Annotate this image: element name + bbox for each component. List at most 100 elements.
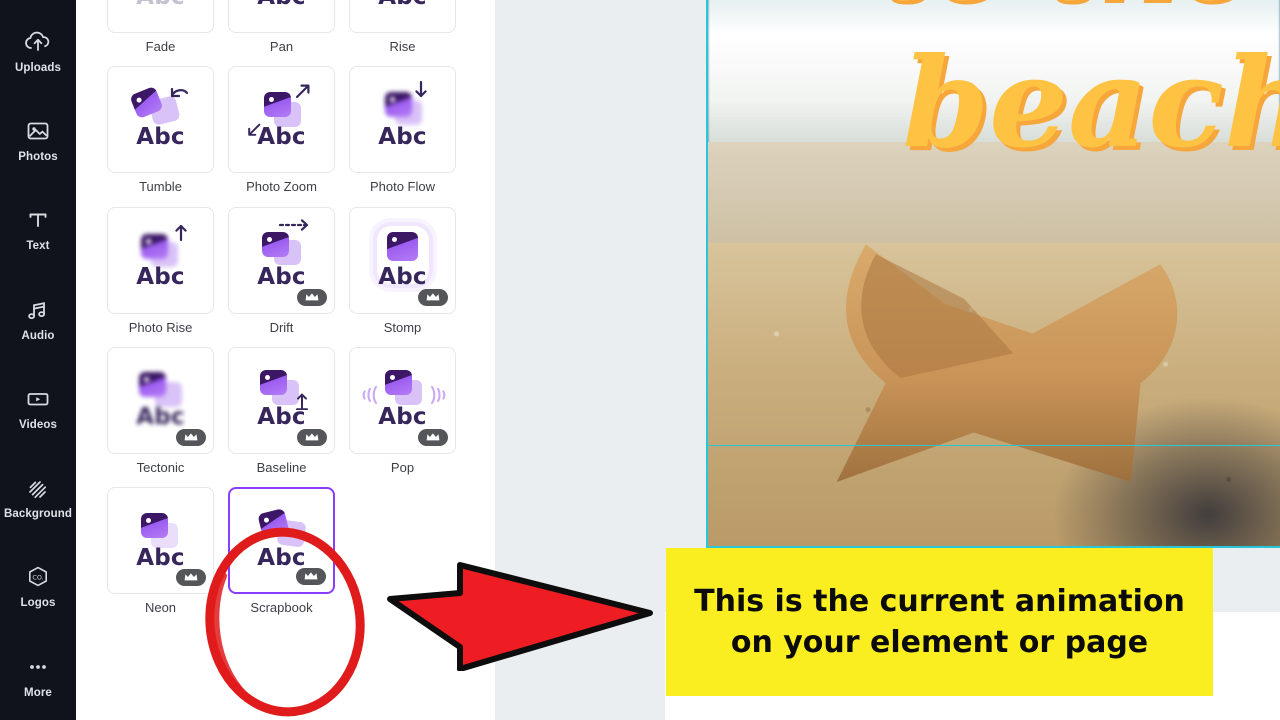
animation-cell: Abc Baseline	[228, 346, 335, 475]
pro-badge	[176, 428, 206, 446]
animation-cell: Abc Tumble	[107, 66, 214, 194]
animation-tile-photo-rise[interactable]: Abc	[107, 206, 214, 314]
sidebar-item-more[interactable]: More	[0, 631, 76, 720]
animation-cell: Abc Photo Flow	[349, 66, 456, 194]
animation-tile-tectonic[interactable]: Abc	[107, 346, 214, 454]
animation-tile-drift[interactable]: Abc	[228, 206, 335, 314]
tile-art-photoflow: Abc	[357, 74, 449, 166]
tile-sample-text: Abc	[257, 123, 306, 150]
animation-tile-baseline[interactable]: Abc	[228, 346, 335, 454]
tile-sample-text: Abc	[136, 404, 185, 431]
animation-tile-pop[interactable]: Abc	[349, 346, 456, 454]
tile-art-tumble: Abc	[115, 74, 207, 166]
animation-cell: Abc Tectonic	[107, 346, 214, 475]
sidebar-item-audio[interactable]: Audio	[0, 274, 76, 363]
pro-badge	[176, 569, 206, 587]
tile-sample-text: Abc	[257, 264, 306, 291]
sidebar-item-label: Audio	[21, 329, 55, 342]
sidebar-item-background[interactable]: Background	[0, 452, 76, 541]
animation-tile-scrapbook[interactable]: Abc	[228, 487, 335, 595]
down-arrow-icon	[413, 80, 429, 105]
photo-icon	[384, 370, 412, 396]
pro-badge	[418, 288, 448, 306]
animation-tile-photo-zoom[interactable]: Abc	[228, 66, 335, 174]
sidebar-item-label: Background	[3, 508, 73, 521]
animation-cell: Abc Scrapbook	[228, 487, 335, 615]
animation-grid: Abc Fade Abc Pan Abc R	[107, 0, 459, 615]
animation-label: Stomp	[383, 319, 422, 335]
animation-tile-tumble[interactable]: Abc	[107, 66, 214, 174]
tile-art-photozoom: Abc	[236, 74, 328, 166]
animation-cell: Abc Fade	[107, 0, 214, 54]
tile-art-rise: Abc	[357, 0, 449, 26]
design-page[interactable]: Take me to the beach	[706, 0, 1280, 548]
photo-icon	[384, 91, 412, 117]
crown-icon	[304, 572, 317, 580]
animation-tile-fade[interactable]: Abc	[107, 0, 214, 33]
animation-label: Photo Zoom	[246, 179, 317, 195]
sidebar-item-logos[interactable]: CO. Logos	[0, 542, 76, 631]
music-note-icon	[23, 295, 53, 325]
callout-line-1: This is the current animation	[694, 584, 1185, 619]
hatched-square-icon	[23, 473, 53, 503]
animation-tile-rise[interactable]: Abc	[349, 0, 456, 33]
animation-cell: Abc Pop	[349, 346, 456, 475]
pro-badge	[297, 428, 327, 446]
tile-sample-text: Abc	[257, 404, 306, 431]
canvas-area[interactable]: Take me to the beach	[495, 0, 1280, 612]
sidebar-item-videos[interactable]: Videos	[0, 363, 76, 452]
photo-icon	[140, 234, 168, 260]
tile-sample-text: Abc	[378, 123, 427, 150]
animation-cell: Abc Neon	[107, 487, 214, 615]
animation-label: Photo Flow	[369, 179, 436, 195]
tile-sample-text: Abc	[136, 544, 185, 571]
animation-tile-neon[interactable]: Abc	[107, 487, 214, 595]
sidebar-item-label: Uploads	[14, 61, 62, 74]
sidebar-item-label: Logos	[20, 597, 56, 610]
tile-sample-text: Abc	[136, 123, 185, 150]
tile-sample-text: Abc	[357, 0, 449, 10]
svg-text:CO.: CO.	[32, 574, 43, 582]
tile-sample-text: Abc	[136, 264, 185, 291]
animation-cell: Abc Photo Rise	[107, 206, 214, 335]
animation-tile-photo-flow[interactable]: Abc	[349, 66, 456, 174]
headline-line-2: to the	[880, 0, 1250, 16]
ellipsis-icon	[23, 652, 53, 682]
animation-cell	[349, 487, 456, 615]
up-arrow-icon	[173, 222, 189, 247]
element-guideline	[708, 445, 1280, 446]
animation-cell: Abc Stomp	[349, 206, 456, 335]
pro-badge	[297, 288, 327, 306]
rotate-arrow-icon	[169, 84, 191, 109]
animation-tile-stomp[interactable]: Abc	[349, 206, 456, 314]
right-arrow-icon	[278, 218, 312, 237]
animation-label: Drift	[269, 319, 294, 335]
animation-label: Pop	[390, 459, 415, 475]
animation-cell: Abc Pan	[228, 0, 335, 54]
sidebar-item-text[interactable]: Text	[0, 185, 76, 274]
sidebar-item-photos[interactable]: Photos	[0, 95, 76, 184]
tile-art-photorise: Abc	[115, 214, 207, 306]
photo-icon	[263, 91, 291, 117]
animation-cell: Abc Drift	[228, 206, 335, 335]
callout-line-2: on your element or page	[730, 625, 1149, 660]
upload-cloud-icon	[23, 27, 53, 57]
animation-tile-pan[interactable]: Abc	[228, 0, 335, 33]
animation-label: Photo Rise	[128, 319, 193, 335]
starfish-photo	[719, 185, 1268, 532]
headline-line-3: beach	[902, 30, 1280, 176]
crown-icon	[184, 433, 197, 441]
canvas-left-gutter	[495, 612, 665, 720]
animations-panel: Abc Fade Abc Pan Abc R	[76, 0, 495, 720]
pro-badge	[296, 568, 326, 586]
sidebar-item-label: More	[24, 686, 52, 699]
animation-label: Pan	[269, 39, 294, 54]
photo-icon	[386, 232, 418, 262]
annotation-callout-box: This is the current animation on your el…	[666, 548, 1213, 696]
sidebar-item-uploads[interactable]: Uploads	[0, 6, 76, 95]
animation-label: Tectonic	[136, 459, 185, 475]
sidebar-item-label: Photos	[18, 151, 58, 164]
tile-sample-text: Abc	[378, 404, 427, 431]
animation-label: Tumble	[139, 179, 182, 195]
photo-icon	[259, 370, 287, 396]
